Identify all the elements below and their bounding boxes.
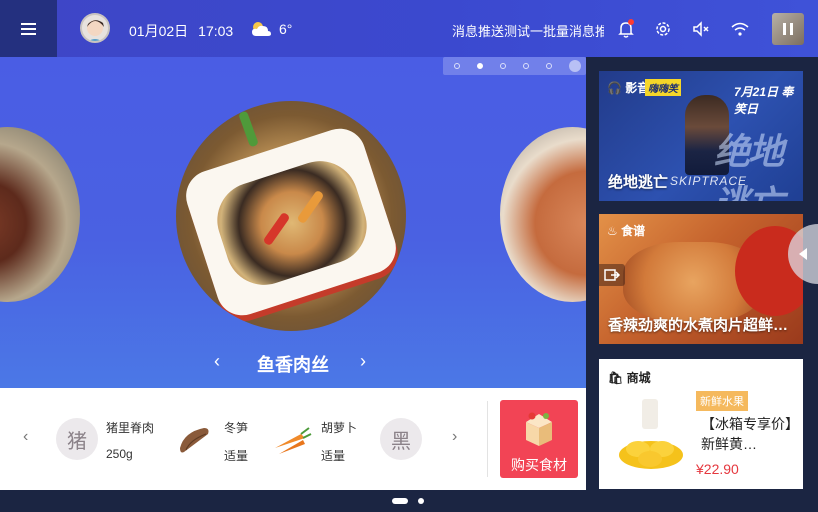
card-tag: 🎧 影音	[607, 79, 649, 96]
carousel-dot[interactable]	[454, 63, 460, 69]
ingredient-item[interactable]: 猪 猪里脊肉 250g	[56, 410, 166, 470]
movie-release-date: 7月21日 奉笑日	[734, 85, 794, 116]
card-tag-label: 食谱	[621, 224, 646, 238]
shop-card[interactable]: 🛍 商城 新鲜水果 【冰箱专享价】新鲜黄… ¥22.90	[599, 359, 803, 489]
card-tag: ♨ 食谱	[607, 222, 645, 239]
chevron-left-icon[interactable]: ‹	[23, 428, 28, 446]
ingredient-item[interactable]: 黑	[380, 410, 430, 470]
movie-poster-title: 绝地逃亡	[714, 131, 784, 201]
shopping-bag-icon: 🛍	[608, 371, 624, 385]
top-bar: 01月02日 17:03 6° 消息推送测试一批量消息推	[0, 0, 818, 57]
cloud-sun-icon	[250, 20, 272, 43]
yam-icon	[174, 418, 216, 460]
ingredient-item[interactable]: 冬笋 适量	[174, 410, 274, 470]
ingredient-quantity: 250g	[106, 447, 133, 461]
movie-caption: 绝地逃亡	[608, 174, 669, 191]
carousel-dot[interactable]	[500, 63, 506, 69]
ingredient-name: 冬笋	[224, 421, 249, 435]
hamburger-icon	[21, 27, 36, 30]
bell-icon[interactable]	[615, 18, 637, 40]
chevron-right-icon[interactable]: ›	[360, 351, 366, 372]
pause-icon[interactable]	[783, 23, 793, 35]
product-title: 【冰箱专享价】新鲜黄…	[701, 416, 799, 452]
side-panel: 绝地逃亡 🎧 影音 嗨嗨笑 7月21日 奉笑日 SKIPTRACE 绝地逃亡 ♨…	[586, 57, 818, 490]
dish-image-main[interactable]	[176, 101, 406, 331]
date-time: 01月02日 17:03	[129, 21, 233, 41]
product-badge: 新鲜水果	[696, 391, 748, 411]
temperature: 6°	[279, 21, 293, 37]
avatar[interactable]	[80, 13, 110, 43]
herb-image	[238, 110, 259, 148]
movie-subtitle: SKIPTRACE	[670, 174, 748, 188]
ingredients-bar: ‹ 猪 猪里脊肉 250g 冬笋 适量 胡萝卜 适量 黑 › 购买食材	[0, 388, 586, 490]
ingredient-quantity: 适量	[224, 449, 249, 463]
carousel-dot[interactable]	[523, 63, 529, 69]
menu-button[interactable]	[0, 0, 57, 57]
chef-hat-icon[interactable]	[569, 60, 581, 72]
recipe-card[interactable]: ♨ 食谱 香辣劲爽的水煮肉片超鲜…	[599, 214, 803, 344]
date-text: 01月02日	[129, 23, 189, 39]
carousel-dot[interactable]	[546, 63, 552, 69]
page-indicator	[0, 490, 818, 512]
divider	[487, 401, 488, 477]
time-text: 17:03	[198, 23, 234, 39]
recipe-carousel: ‹ 鱼香肉丝 ›	[0, 57, 586, 388]
page-dot-active[interactable]	[392, 498, 408, 504]
carousel-dot-active[interactable]	[477, 63, 483, 69]
mute-icon[interactable]	[690, 18, 712, 40]
dish-image-previous[interactable]	[0, 127, 80, 302]
ingredient-name: 猪里脊肉	[106, 421, 155, 435]
product-price: ¥22.90	[696, 461, 739, 477]
dish-image-next[interactable]	[500, 127, 586, 302]
wifi-icon[interactable]	[729, 18, 751, 40]
ingredient-icon: 猪	[56, 418, 98, 460]
recipe-caption: 香辣劲爽的水煮肉片超鲜…	[608, 317, 789, 334]
movie-logo: 嗨嗨笑	[645, 79, 681, 96]
chef-hat-icon: ♨	[607, 224, 618, 238]
ingredient-item[interactable]: 胡萝卜 适量	[271, 410, 371, 470]
dish-title-row: ‹ 鱼香肉丝 ›	[0, 347, 586, 377]
product-image	[614, 391, 688, 475]
buy-ingredients-label: 购买食材	[511, 457, 567, 473]
carousel-indicator	[443, 57, 586, 75]
ingredient-quantity: 适量	[321, 449, 346, 463]
notification-marquee[interactable]: 消息推送测试一批量消息推	[452, 21, 604, 40]
basket-icon	[520, 410, 558, 455]
dish-title: 鱼香肉丝	[257, 355, 329, 375]
page-dot[interactable]	[418, 498, 424, 504]
ingredient-icon: 黑	[380, 418, 422, 460]
chevron-right-icon[interactable]: ›	[452, 428, 457, 446]
card-tag-label: 商城	[626, 371, 651, 385]
ingredient-name: 胡萝卜	[321, 421, 358, 435]
headphones-icon: 🎧	[607, 81, 622, 95]
media-thumbnail[interactable]	[772, 13, 804, 45]
carrot-icon	[271, 418, 313, 460]
movie-card[interactable]: 绝地逃亡 🎧 影音 嗨嗨笑 7月21日 奉笑日 SKIPTRACE 绝地逃亡	[599, 71, 803, 201]
user-avatar-icon	[87, 20, 104, 41]
card-tag: 🛍 商城	[608, 369, 651, 386]
buy-ingredients-button[interactable]: 购买食材	[500, 400, 578, 478]
share-icon[interactable]	[599, 264, 625, 286]
home-screen: 01月02日 17:03 6° 消息推送测试一批量消息推 ‹ 鱼香肉丝 › ‹ …	[0, 0, 818, 512]
gear-icon[interactable]	[652, 18, 674, 40]
chevron-left-icon	[799, 248, 807, 260]
